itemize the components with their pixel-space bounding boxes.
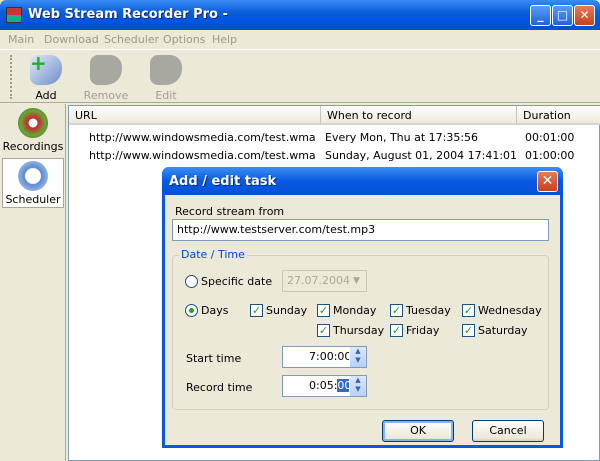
days-label[interactable]: Days [201,304,228,317]
app-icon [6,7,22,23]
monday-label[interactable]: Monday [333,304,376,317]
saturday-label[interactable]: Saturday [478,324,528,337]
tuesday-checkbox[interactable]: ✓ [390,304,403,317]
ok-button[interactable]: OK [382,420,454,442]
friday-checkbox[interactable]: ✓ [390,324,403,337]
film-reel-icon [18,108,48,138]
start-time-input[interactable]: 7:00:00 ▲ ▼ [282,346,367,368]
saturday-checkbox[interactable]: ✓ [462,324,475,337]
column-header-duration[interactable]: Duration [517,106,600,125]
specific-date-picker[interactable]: 27.07.2004 ▼ [282,270,367,292]
add-edit-task-dialog: Add / edit task ✕ Record stream from htt… [162,167,563,448]
tuesday-label[interactable]: Tuesday [406,304,451,317]
record-time-input[interactable]: 0:05:00 ▲ ▼ [282,375,367,397]
column-header-when[interactable]: When to record [321,106,517,125]
specific-date-radio[interactable] [185,275,198,288]
window-title: Web Stream Recorder Pro - [28,7,228,22]
record-time-label: Record time [186,381,253,394]
menu-bar: Main Download Scheduler Options Help [0,30,600,50]
edit-icon [150,55,182,85]
remove-icon [90,55,122,85]
maximize-button[interactable]: □ [552,5,573,26]
table-row[interactable]: http://www.windowsmedia.com/test.wma Eve… [69,129,599,146]
clock-icon [18,161,48,191]
date-time-group-label: Date / Time [179,248,247,261]
record-time-spinner[interactable]: ▲ ▼ [349,376,366,396]
menu-download[interactable]: Download [44,33,99,46]
toolbar: + Add Remove Edit [0,51,600,103]
chevron-down-icon[interactable]: ▼ [348,272,365,290]
close-button[interactable]: ✕ [574,5,595,26]
sidebar-item-scheduler[interactable]: Scheduler [2,158,64,208]
friday-label[interactable]: Friday [406,324,439,337]
stream-url-input[interactable]: http://www.testserver.com/test.mp3 [172,219,549,241]
start-time-spinner[interactable]: ▲ ▼ [349,347,366,367]
sidebar-item-recordings[interactable]: Recordings [2,106,64,156]
sidebar: Recordings Scheduler [0,104,66,461]
column-header-url[interactable]: URL [69,106,321,125]
menu-scheduler[interactable]: Scheduler [104,33,159,46]
stream-label: Record stream from [175,205,285,218]
menu-main[interactable]: Main [8,33,34,46]
menu-help[interactable]: Help [212,33,237,46]
specific-date-label[interactable]: Specific date [201,275,272,288]
minimize-button[interactable]: _ [530,5,551,26]
edit-button[interactable]: Edit [141,53,191,102]
thursday-checkbox[interactable]: ✓ [317,324,330,337]
toolbar-grip[interactable] [10,55,13,99]
dialog-body: Record stream from http://www.testserver… [165,195,560,445]
remove-button[interactable]: Remove [81,53,131,102]
thursday-label[interactable]: Thursday [333,324,384,337]
menu-options[interactable]: Options [163,33,205,46]
dialog-title-bar[interactable]: Add / edit task ✕ [162,167,563,195]
wednesday-checkbox[interactable]: ✓ [462,304,475,317]
start-time-label: Start time [186,352,242,365]
window-title-bar: Web Stream Recorder Pro - _ □ ✕ [0,0,600,30]
cancel-button[interactable]: Cancel [472,420,544,442]
wednesday-label[interactable]: Wednesday [478,304,542,317]
sunday-checkbox[interactable]: ✓ [250,304,263,317]
monday-checkbox[interactable]: ✓ [317,304,330,317]
days-radio[interactable] [185,304,198,317]
dialog-title: Add / edit task [169,174,277,189]
sunday-label[interactable]: Sunday [266,304,307,317]
add-icon: + [30,51,62,85]
dialog-close-button[interactable]: ✕ [537,171,558,192]
table-row[interactable]: http://www.windowsmedia.com/test.wma Sun… [69,147,599,164]
add-button[interactable]: + Add [21,51,71,102]
